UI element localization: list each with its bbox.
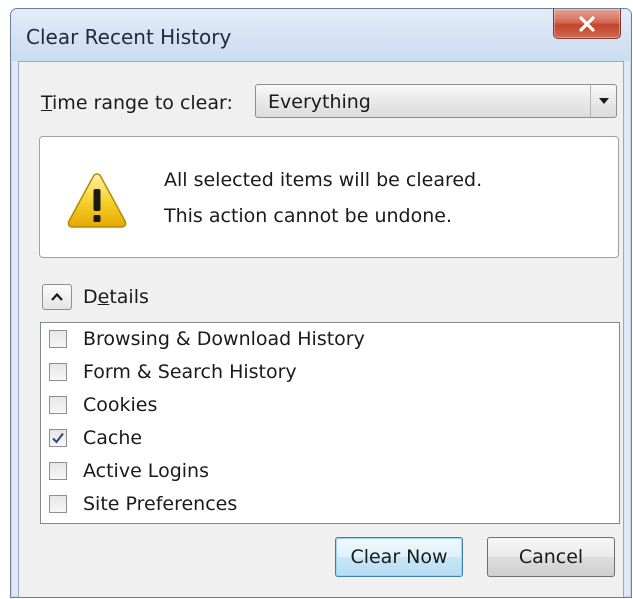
chevron-up-icon [51,293,63,301]
time-range-value: Everything [268,91,371,113]
list-item-form-search-history[interactable]: Form & Search History [49,358,297,386]
details-label[interactable]: Details [83,286,149,308]
list-item-label: Browsing & Download History [83,328,365,350]
title-bar: Clear Recent History [11,9,631,61]
warning-panel: All selected items will be cleared. This… [39,136,619,258]
dropdown-arrow-icon [590,85,616,117]
checkbox-cookies[interactable] [49,396,67,414]
list-item-site-preferences[interactable]: Site Preferences [49,490,237,518]
list-item-browsing-download-history[interactable]: Browsing & Download History [49,325,365,353]
list-item-active-logins[interactable]: Active Logins [49,457,209,485]
checkbox-active-logins[interactable] [49,462,67,480]
window-title: Clear Recent History [26,25,232,49]
warning-icon [67,173,127,228]
warning-line-2: This action cannot be undone. [164,205,453,227]
checkbox-browsing-download-history[interactable] [49,330,67,348]
list-item-cache[interactable]: Cache [49,424,142,452]
list-item-label: Cookies [83,394,158,416]
checkbox-cache[interactable] [49,429,67,447]
list-item-cookies[interactable]: Cookies [49,391,157,419]
checkmark-icon [52,432,64,444]
close-icon [579,15,595,32]
close-button[interactable] [553,9,621,39]
list-item-label: Cache [83,427,143,449]
cancel-button[interactable]: Cancel [487,537,615,577]
warning-line-1: All selected items will be cleared. [164,169,483,191]
list-item-label: Form & Search History [83,361,297,383]
checkbox-site-preferences[interactable] [49,495,67,513]
time-range-label: Time range to clear: [41,92,233,114]
details-toggle-button[interactable] [42,284,72,310]
clear-now-button[interactable]: Clear Now [335,537,463,577]
history-items-list: Browsing & Download History Form & Searc… [40,322,620,524]
time-range-select[interactable]: Everything [255,84,617,118]
list-item-label: Site Preferences [83,493,238,515]
checkbox-form-search-history[interactable] [49,363,67,381]
dialog-body: Time range to clear: Everything All sele… [18,61,624,597]
dialog-window: Clear Recent History Time range to clear… [10,8,632,598]
list-item-label: Active Logins [83,460,209,482]
